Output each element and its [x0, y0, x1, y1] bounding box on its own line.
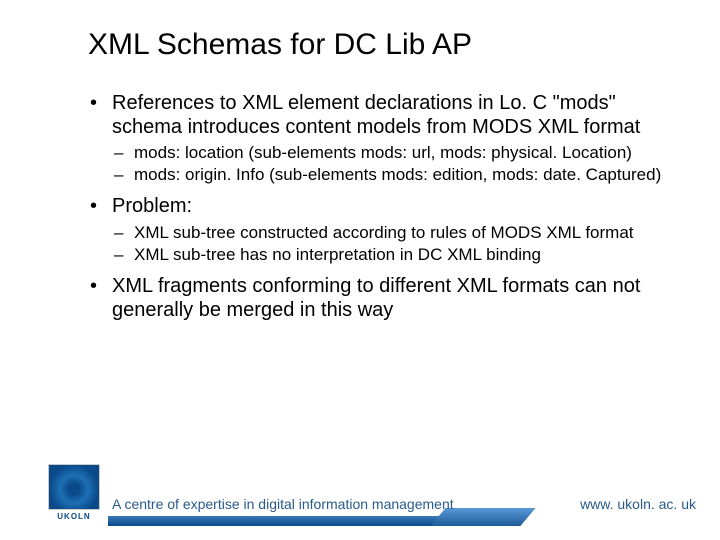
footer-tagline: A centre of expertise in digital informa… — [112, 496, 454, 512]
sub-bullet-list: XML sub-tree constructed according to ru… — [112, 223, 672, 265]
slide-title: XML Schemas for DC Lib AP — [88, 28, 672, 62]
slide-content: References to XML element declarations i… — [88, 92, 672, 322]
footer-url: www. ukoln. ac. uk — [580, 496, 696, 512]
bullet-text: Problem: — [112, 195, 192, 217]
logo-icon — [48, 464, 100, 510]
bullet-item: References to XML element declarations i… — [88, 92, 672, 185]
logo-text: UKOLN — [48, 512, 100, 521]
footer-band — [108, 516, 448, 526]
sub-bullet-item: XML sub-tree has no interpretation in DC… — [112, 245, 672, 265]
slide: XML Schemas for DC Lib AP References to … — [0, 0, 720, 540]
sub-bullet-item: mods: location (sub-elements mods: url, … — [112, 143, 672, 163]
bullet-item: Problem: XML sub-tree constructed accord… — [88, 195, 672, 265]
footer: UKOLN A centre of expertise in digital i… — [0, 478, 720, 526]
sub-bullet-list: mods: location (sub-elements mods: url, … — [112, 143, 672, 185]
sub-bullet-item: XML sub-tree constructed according to ru… — [112, 223, 672, 243]
bullet-item: XML fragments conforming to different XM… — [88, 275, 672, 322]
bullet-list: References to XML element declarations i… — [88, 92, 672, 322]
bullet-text: XML fragments conforming to different XM… — [112, 275, 640, 321]
logo: UKOLN — [48, 464, 100, 526]
sub-bullet-item: mods: origin. Info (sub-elements mods: e… — [112, 165, 672, 185]
bullet-text: References to XML element declarations i… — [112, 92, 640, 138]
